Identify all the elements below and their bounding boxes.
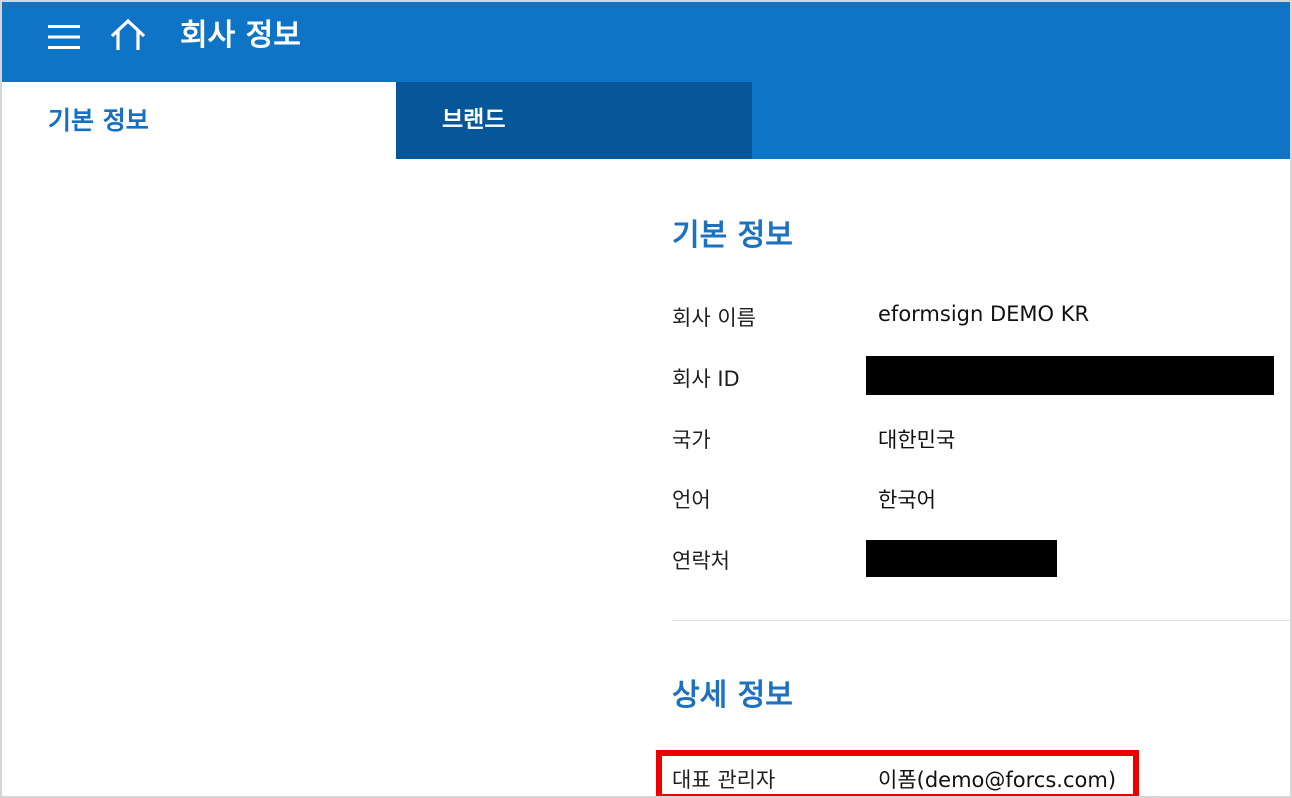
contact-redaction [866,540,1057,577]
section-title-detail-info: 상세 정보 [672,678,793,713]
home-icon[interactable] [108,18,148,52]
country-label: 국가 [672,428,711,452]
page-title: 회사 정보 [180,18,301,53]
highlight-box [656,750,1139,796]
company-id-redaction [866,356,1274,395]
country-value: 대한민국 [878,428,956,452]
section-divider [672,620,1290,621]
tab-bar: 기본 정보 브랜드 [2,82,1290,159]
company-name-label: 회사 이름 [672,306,756,330]
contact-label: 연락처 [672,549,730,573]
language-label: 언어 [672,488,711,512]
company-id-label: 회사 ID [672,367,740,391]
language-value: 한국어 [878,488,936,512]
app-window: 회사 정보 기본 정보 브랜드 기본 정보 회사 이름 eformsign DE… [0,0,1292,798]
hamburger-menu-icon[interactable] [48,24,80,50]
company-name-value: eformsign DEMO KR [878,302,1090,326]
tab-basic-info[interactable]: 기본 정보 [2,82,396,159]
section-title-basic-info: 기본 정보 [672,218,793,253]
top-header-bar: 회사 정보 [2,2,1290,82]
tab-brand[interactable]: 브랜드 [396,82,752,159]
